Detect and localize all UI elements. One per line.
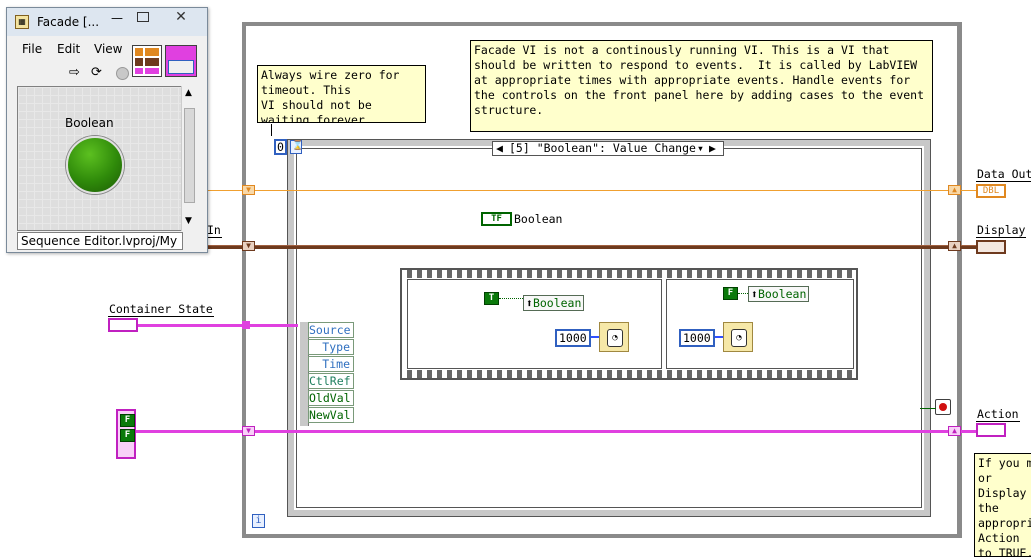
frame2-property-node[interactable]: ⬆Boolean [748,286,810,302]
run-continuously-icon[interactable]: ⟳ [91,65,102,80]
frame1-true-constant[interactable]: T [484,292,499,305]
minimize-icon[interactable]: — [109,11,125,25]
hourglass-icon: ⌛ [292,141,304,151]
window-titlebar[interactable]: ▦ Facade [... — ✕ [7,8,207,36]
event-data-oldval[interactable]: OldVal [308,390,354,406]
timeout-comment: Always wire zero for timeout. This VI sh… [257,65,426,123]
data-out-indicator[interactable]: DBL [976,184,1006,198]
container-state-control[interactable] [108,318,138,332]
frame2-property-arrow-icon: ⬆ [751,287,758,301]
menu-view[interactable]: View [94,41,122,57]
vi-icon[interactable] [165,45,197,77]
prev-case-arrow-icon[interactable]: ◀ [496,142,503,155]
timeout-terminal[interactable]: ⌛ [290,140,304,154]
loop-stop-terminal[interactable] [935,399,951,415]
window-title: Facade [... [37,15,100,29]
front-panel[interactable]: Boolean [17,86,197,231]
frame1-property-arrow-icon: ⬆ [526,296,533,310]
data-out-wire[interactable] [206,190,976,191]
connector-pane[interactable] [132,45,162,77]
boolean-terminal-label: Boolean [514,212,563,226]
frame1-wait-wire [591,336,599,338]
boolean-led[interactable] [66,136,124,194]
scroll-down-icon[interactable]: ▼ [185,216,192,226]
right-comment: If you m or Display the appropri Action … [974,453,1031,557]
container-state-wire[interactable] [138,324,298,327]
display-left-tunnel[interactable]: ▼ [242,241,255,251]
action-label: Action [976,407,1020,422]
display-indicator[interactable] [976,240,1006,254]
container-state-label: Container State [108,302,214,317]
boolean-led-label: Boolean [65,116,114,130]
frame1-property-node[interactable]: ⬆Boolean [523,295,585,311]
action-left-tunnel[interactable]: ▼ [242,426,255,436]
action-indicator[interactable] [976,423,1006,437]
event-data-ctlref[interactable]: CtlRef [308,373,354,389]
abort-icon[interactable] [116,67,129,80]
stop-wire[interactable] [920,408,936,409]
action-false-1[interactable]: F [120,414,135,427]
data-out-left-tunnel[interactable]: ▼ [242,185,255,195]
display-wire[interactable] [206,245,976,249]
facade-window[interactable]: ▦ Facade [... — ✕ File Edit View ⇨ ⟳ Boo… [6,7,208,253]
scrollbar-thumb[interactable] [184,108,195,203]
frame1-bool-wire [499,298,523,299]
frame2-wait-wire [715,336,723,338]
menu-edit[interactable]: Edit [57,41,80,57]
event-data-newval[interactable]: NewVal [308,407,354,423]
frame1-wait-constant[interactable]: 1000 [555,329,591,347]
action-right-tunnel[interactable]: ▲ [948,426,961,436]
flat-sequence[interactable] [400,268,858,380]
scroll-up-icon[interactable]: ▲ [185,88,192,98]
labview-app-icon: ▦ [15,15,29,29]
case-dropdown-icon[interactable]: ▾ [697,142,704,155]
maximize-icon[interactable] [137,12,149,22]
facade-comment: Facade VI is not a continously running V… [470,40,933,132]
clock-icon: ◔ [731,329,747,347]
event-case-selector[interactable]: ◀ [5] "Boolean": Value Change ▾ ▶ [492,141,724,156]
action-cluster-constant[interactable]: F F [116,409,136,459]
event-data-source[interactable]: Source [308,322,354,338]
vertical-scrollbar[interactable]: ▲ ▼ [181,86,198,231]
event-case-label: [5] "Boolean": Value Change [509,141,696,155]
container-state-tunnel[interactable] [242,321,250,329]
clock-icon: ◔ [607,329,623,347]
event-data-node[interactable]: Source Type Time CtlRef OldVal NewVal [300,322,356,426]
timeout-comment-arrow [271,124,272,136]
action-wire[interactable] [136,430,976,433]
boolean-terminal[interactable]: TF [481,212,512,226]
in-label: In [206,223,222,238]
event-data-time[interactable]: Time [308,356,354,372]
stop-icon [939,403,947,411]
menu-file[interactable]: File [22,41,42,57]
next-case-arrow-icon[interactable]: ▶ [709,142,716,155]
data-out-right-tunnel[interactable]: ▲ [948,185,961,195]
frame1-wait-ms-node[interactable]: ◔ [599,322,629,352]
timeout-constant[interactable]: 0 [274,139,287,155]
frame2-false-constant[interactable]: F [723,287,738,300]
run-arrow-icon[interactable]: ⇨ [69,65,80,80]
action-false-2[interactable]: F [120,429,135,442]
display-right-tunnel[interactable]: ▲ [948,241,961,251]
close-icon[interactable]: ✕ [172,9,190,25]
frame2-wait-constant[interactable]: 1000 [679,329,715,347]
data-out-label: Data Out [976,167,1031,182]
frame2-wait-ms-node[interactable]: ◔ [723,322,753,352]
display-label: Display [976,223,1027,238]
loop-iteration-terminal[interactable]: i [252,514,265,528]
frame2-bool-wire [738,293,748,294]
project-status: Sequence Editor.lvproj/My [17,232,183,250]
event-data-type[interactable]: Type [308,339,354,355]
